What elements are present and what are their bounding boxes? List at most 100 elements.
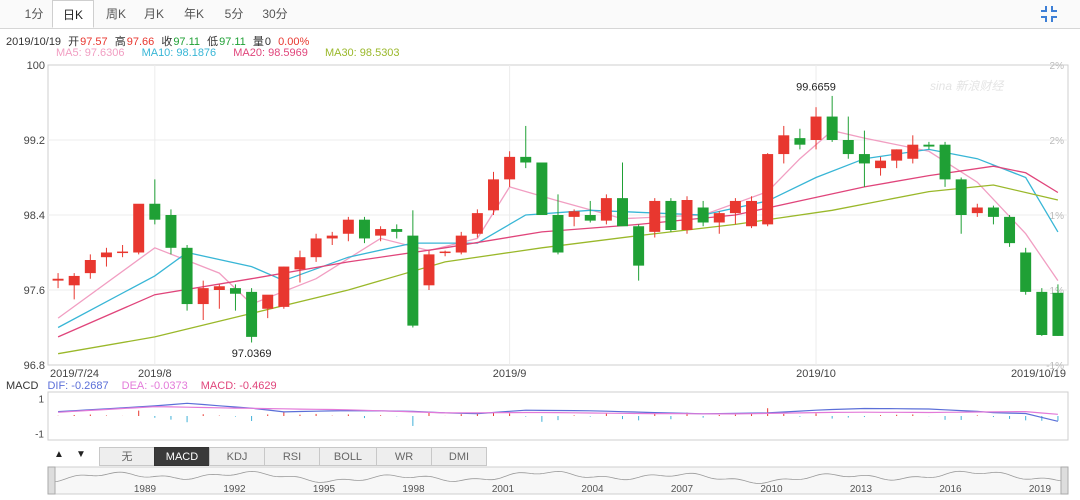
candle-body [165,215,177,248]
candle-body [423,254,435,286]
percent-tick-label: 2% [1050,136,1065,147]
candle-body [971,207,983,214]
macd-indicator-name: MACD [6,380,39,392]
candle-body [294,257,306,270]
candle-body [68,275,80,286]
y-tick-label: 100 [27,60,45,72]
candle-body [681,200,693,230]
x-tick-label: 2019/10/19 [1011,368,1066,380]
macd-legend: MACD DIF: -0.2687 DEA: -0.0373 MACD: -0.… [6,380,287,392]
dea-label: DEA: -0.0373 [121,380,188,392]
candle-body [858,154,870,164]
candle-body [439,251,451,254]
candle-body [633,226,645,266]
dif-label: DIF: -0.2687 [47,380,109,392]
candle-body [471,213,483,234]
candle-body [762,154,774,225]
navigator-year-label: 2013 [850,484,873,495]
navigator-handle-left [47,466,56,495]
indicator-dmi-button[interactable]: DMI [431,447,487,466]
candle-body [810,116,822,140]
macd-tick-label: 1 [38,395,44,406]
navigator-year-label: 1998 [402,484,425,495]
candle-body [552,215,564,253]
candle-body [52,278,64,281]
indicator-wr-button[interactable]: WR [376,447,432,466]
candle-body [407,235,419,326]
candle-body [600,198,612,221]
candle-body [1036,291,1048,335]
candle-body [891,149,903,161]
indicator-none-button[interactable]: 无 [99,447,155,466]
candle-body [455,235,467,253]
candle-body [713,213,725,223]
candle-body [746,200,758,227]
candle-body [923,144,935,147]
candle-body [391,229,403,232]
navigator-year-label: 2004 [581,484,604,495]
candle-body [375,229,387,236]
candle-body [100,252,112,258]
candle-body [907,144,919,159]
candle-body [520,156,532,163]
indicator-rsi-button[interactable]: RSI [264,447,320,466]
y-tick-label: 96.8 [24,360,45,372]
candle-body [246,291,258,337]
watermark-logo: sina 新浪财经 [930,79,1005,93]
navigator-year-label: 1992 [223,484,246,495]
y-tick-label: 99.2 [24,135,45,147]
candle-body [729,200,741,214]
candlestick-chart[interactable]: 10099.298.497.696.82%2%1%1%-1%2019/7/24 2… [0,0,1080,500]
candle-body [181,247,193,305]
candle-body [504,156,516,180]
price-annotation: 99.6659 [796,81,836,93]
candle-body [213,286,225,290]
navigator-handle-right [1060,466,1069,495]
candle-body [617,198,628,227]
y-tick-label: 97.6 [24,285,45,297]
navigator-year-label: 2001 [492,484,515,495]
candle-body [197,288,209,305]
candle-body [697,207,709,223]
candle-body [778,135,790,155]
candle-body [133,203,145,253]
indicator-macd-button[interactable]: MACD [154,447,210,466]
price-annotation: 97.0369 [232,348,272,360]
candle-body [987,207,999,217]
candle-body [1052,292,1064,336]
scroll-down-arrow[interactable]: ▼ [76,449,86,460]
candle-body [488,179,499,211]
navigator-year-label: 2010 [760,484,783,495]
candle-body [584,215,596,221]
navigator-year-label: 2019 [1029,484,1052,495]
macd-value-label: MACD: -0.4629 [200,380,277,392]
candle-body [342,219,354,234]
candle-body [1004,216,1016,244]
x-tick-label: 2019/7/24 [50,368,99,380]
candle-body [794,138,806,145]
navigator-year-label: 1995 [313,484,336,495]
candle-body [955,179,967,215]
candle-body [326,235,338,239]
candle-body [229,288,241,294]
navigator-year-label: 1989 [134,484,157,495]
percent-tick-label: 2% [1050,61,1065,72]
x-tick-label: 2019/10 [796,368,836,380]
candle-body [117,251,129,254]
candle-body [84,260,96,274]
indicator-kdj-button[interactable]: KDJ [209,447,265,466]
candle-body [536,162,548,215]
candle-body [875,160,887,169]
scroll-up-arrow[interactable]: ▲ [54,449,64,460]
x-tick-label: 2019/9 [493,368,527,380]
candle-body [1020,252,1032,292]
candle-body [649,200,661,232]
candle-body [842,140,854,155]
candle-body [310,238,322,258]
candle-body [278,266,290,307]
macd-tick-label: -1 [35,429,44,440]
x-tick-label: 2019/8 [138,368,172,380]
navigator-year-label: 2007 [671,484,694,495]
indicator-boll-button[interactable]: BOLL [319,447,377,466]
candle-body [262,294,274,309]
